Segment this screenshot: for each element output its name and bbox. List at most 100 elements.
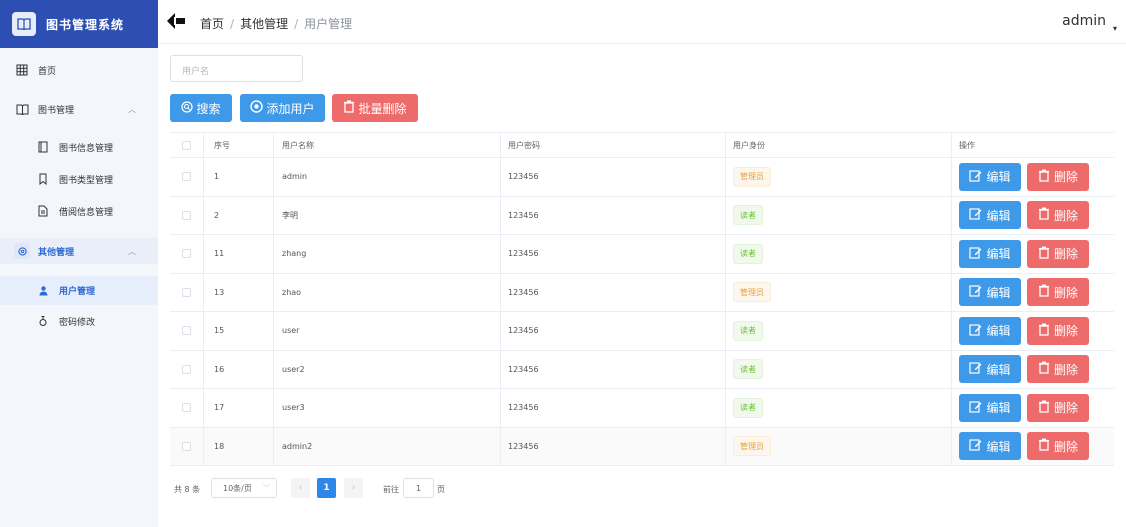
table-row: 1 admin 123456 管理员 编辑 删除 <box>170 158 1114 197</box>
row-select-cell <box>170 350 204 388</box>
row-checkbox[interactable] <box>182 287 191 297</box>
search-input[interactable]: 用户名 <box>170 55 303 82</box>
edit-label: 编辑 <box>986 401 1011 416</box>
search-button[interactable]: 搜索 <box>170 94 232 122</box>
top-header: 首页 / 其他管理 / 用户管理 admin ▾ <box>158 0 1126 44</box>
goto-page-input[interactable]: 1 <box>403 478 434 498</box>
prev-page-button[interactable]: ‹ <box>291 478 310 498</box>
sidebar-item-book-type[interactable]: 图书类型管理 <box>0 169 158 189</box>
edit-button[interactable]: 编辑 <box>959 201 1021 230</box>
sidebar-item-book-management[interactable]: 图书管理 ︿ <box>0 99 158 119</box>
cell-role: 管理员 <box>726 158 952 196</box>
sidebar-item-password-change[interactable]: 密码修改 <box>0 311 158 331</box>
edit-label: 编辑 <box>986 362 1011 377</box>
delete-button[interactable]: 删除 <box>1027 239 1089 268</box>
cell-actions: 编辑 删除 <box>952 197 1114 235</box>
delete-label: 删除 <box>1053 285 1078 300</box>
edit-icon <box>969 169 982 185</box>
cell-actions: 编辑 删除 <box>952 351 1114 389</box>
delete-button[interactable]: 删除 <box>1027 201 1089 230</box>
breadcrumb-home[interactable]: 首页 <box>200 15 224 32</box>
sidebar-item-label: 用户管理 <box>59 287 96 297</box>
page-size-select[interactable]: 10条/页 ﹀ <box>211 478 277 498</box>
row-select-cell <box>170 196 204 234</box>
lock-icon <box>35 313 51 329</box>
search-icon <box>181 100 194 116</box>
column-header-password: 用户密码 <box>501 133 726 157</box>
trash-icon <box>343 100 355 116</box>
breadcrumb-current: 用户管理 <box>304 17 353 31</box>
sidebar-item-label: 图书类型管理 <box>59 175 114 186</box>
sidebar-item-other-management[interactable]: 其他管理 ︿ <box>0 238 158 264</box>
cell-role: 管理员 <box>726 273 952 311</box>
add-user-label: 添加用户 <box>266 101 315 116</box>
next-page-button[interactable]: › <box>344 478 363 498</box>
column-header-name: 用户名称 <box>274 133 501 157</box>
sidebar-item-user-management[interactable]: 用户管理 <box>0 276 158 305</box>
cell-id: 18 <box>204 427 274 465</box>
chevron-down-icon: ﹀ <box>263 484 270 492</box>
page-number-current[interactable]: 1 <box>317 478 336 498</box>
trash-icon <box>1038 284 1050 300</box>
trash-icon <box>1038 400 1050 416</box>
select-all-cell <box>170 133 204 157</box>
edit-button[interactable]: 编辑 <box>959 162 1021 191</box>
row-checkbox[interactable] <box>182 172 191 182</box>
cell-name: zhao <box>274 273 501 311</box>
row-checkbox[interactable] <box>182 249 191 259</box>
row-checkbox[interactable] <box>182 403 191 413</box>
row-checkbox[interactable] <box>182 441 191 451</box>
caret-down-icon[interactable]: ▾ <box>1113 24 1117 33</box>
sidebar-item-home[interactable]: 首页 <box>0 60 158 80</box>
table-row: 15 user 123456 读者 编辑 删除 <box>170 312 1114 351</box>
breadcrumb: 首页 / 其他管理 / 用户管理 <box>200 15 352 32</box>
edit-button[interactable]: 编辑 <box>959 239 1021 268</box>
delete-button[interactable]: 删除 <box>1027 278 1089 307</box>
delete-button[interactable]: 删除 <box>1027 316 1089 345</box>
role-badge: 读者 <box>733 243 763 264</box>
cell-name: user2 <box>274 350 501 388</box>
edit-button[interactable]: 编辑 <box>959 393 1021 422</box>
edit-button[interactable]: 编辑 <box>959 278 1021 307</box>
sidebar-item-label: 首页 <box>38 66 57 77</box>
edit-button[interactable]: 编辑 <box>959 432 1021 461</box>
edit-button[interactable]: 编辑 <box>959 355 1021 384</box>
add-circle-icon <box>250 100 264 116</box>
row-checkbox[interactable] <box>182 326 191 336</box>
cell-password: 123456 <box>501 312 726 350</box>
table-row: 18 admin2 123456 管理员 编辑 删除 <box>170 427 1114 466</box>
file-icon <box>35 203 51 219</box>
delete-button[interactable]: 删除 <box>1027 162 1089 191</box>
sidebar-item-borrow-info[interactable]: 借阅信息管理 <box>0 201 158 221</box>
delete-button[interactable]: 删除 <box>1027 432 1089 461</box>
add-user-button[interactable]: 添加用户 <box>240 94 325 122</box>
cell-password: 123456 <box>501 427 726 465</box>
breadcrumb-other[interactable]: 其他管理 <box>240 15 288 32</box>
batch-delete-button[interactable]: 批量删除 <box>332 94 418 122</box>
cell-name: user <box>274 312 501 350</box>
book-icon <box>12 12 36 36</box>
edit-label: 编辑 <box>986 247 1011 262</box>
back-arrow-icon[interactable] <box>166 12 186 30</box>
trash-icon <box>1038 169 1050 185</box>
sidebar-item-book-info[interactable]: 图书信息管理 <box>0 137 158 157</box>
row-checkbox[interactable] <box>182 210 191 220</box>
cell-name: 李明 <box>274 196 501 234</box>
cell-password: 123456 <box>501 350 726 388</box>
edit-label: 编辑 <box>986 324 1011 339</box>
user-menu[interactable]: admin <box>1062 13 1106 29</box>
delete-button[interactable]: 删除 <box>1027 393 1089 422</box>
select-all-checkbox[interactable] <box>182 140 191 150</box>
edit-button[interactable]: 编辑 <box>959 316 1021 345</box>
cell-actions: 编辑 删除 <box>952 428 1114 466</box>
cell-role: 读者 <box>726 389 952 427</box>
row-checkbox[interactable] <box>182 364 191 374</box>
delete-button[interactable]: 删除 <box>1027 355 1089 384</box>
cell-role: 读者 <box>726 350 952 388</box>
table-body: 1 admin 123456 管理员 编辑 删除 2 李明 123456 读者 编辑 删除 11 zhan… <box>170 158 1114 466</box>
trash-icon <box>1038 361 1050 377</box>
cell-password: 123456 <box>501 196 726 234</box>
page-size-value: 10条/页 <box>223 483 252 493</box>
role-badge: 读者 <box>733 397 763 418</box>
cell-id: 11 <box>204 235 274 273</box>
